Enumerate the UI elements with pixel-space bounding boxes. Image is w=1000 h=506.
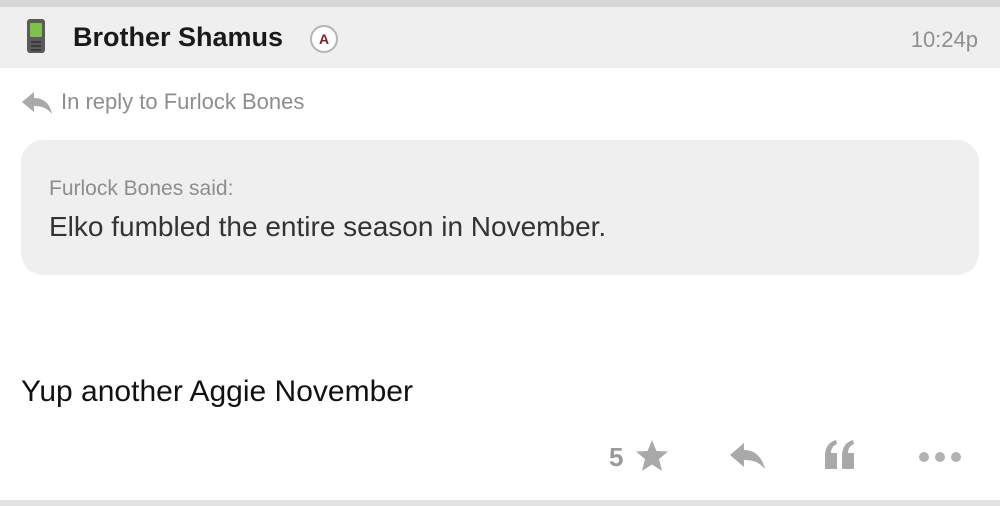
like-count: 5 — [609, 442, 624, 472]
post-body: Yup another Aggie November — [21, 375, 413, 408]
post-timestamp: 10:24p — [910, 27, 978, 52]
reply-to-label: In reply to Furlock Bones — [61, 89, 305, 114]
star-icon[interactable] — [634, 438, 670, 474]
reply-arrow-icon — [22, 92, 52, 114]
top-divider — [0, 0, 1000, 7]
mobile-phone-icon — [27, 19, 45, 53]
quoted-post: Furlock Bones said: Elko fumbled the ent… — [21, 140, 979, 275]
quote-author-line: Furlock Bones said: — [49, 177, 234, 200]
post-header: Brother Shamus A 10:24p — [0, 7, 1000, 68]
team-badge: A — [310, 25, 338, 53]
more-dots-icon[interactable] — [918, 450, 962, 464]
reply-button-icon[interactable] — [728, 440, 766, 472]
author-name[interactable]: Brother Shamus — [73, 21, 283, 53]
quote-icon[interactable] — [823, 439, 857, 471]
quote-text: Elko fumbled the entire season in Novemb… — [49, 211, 607, 242]
forum-post: Brother Shamus A 10:24p In reply to Furl… — [0, 0, 1000, 506]
bottom-divider — [0, 500, 1000, 506]
